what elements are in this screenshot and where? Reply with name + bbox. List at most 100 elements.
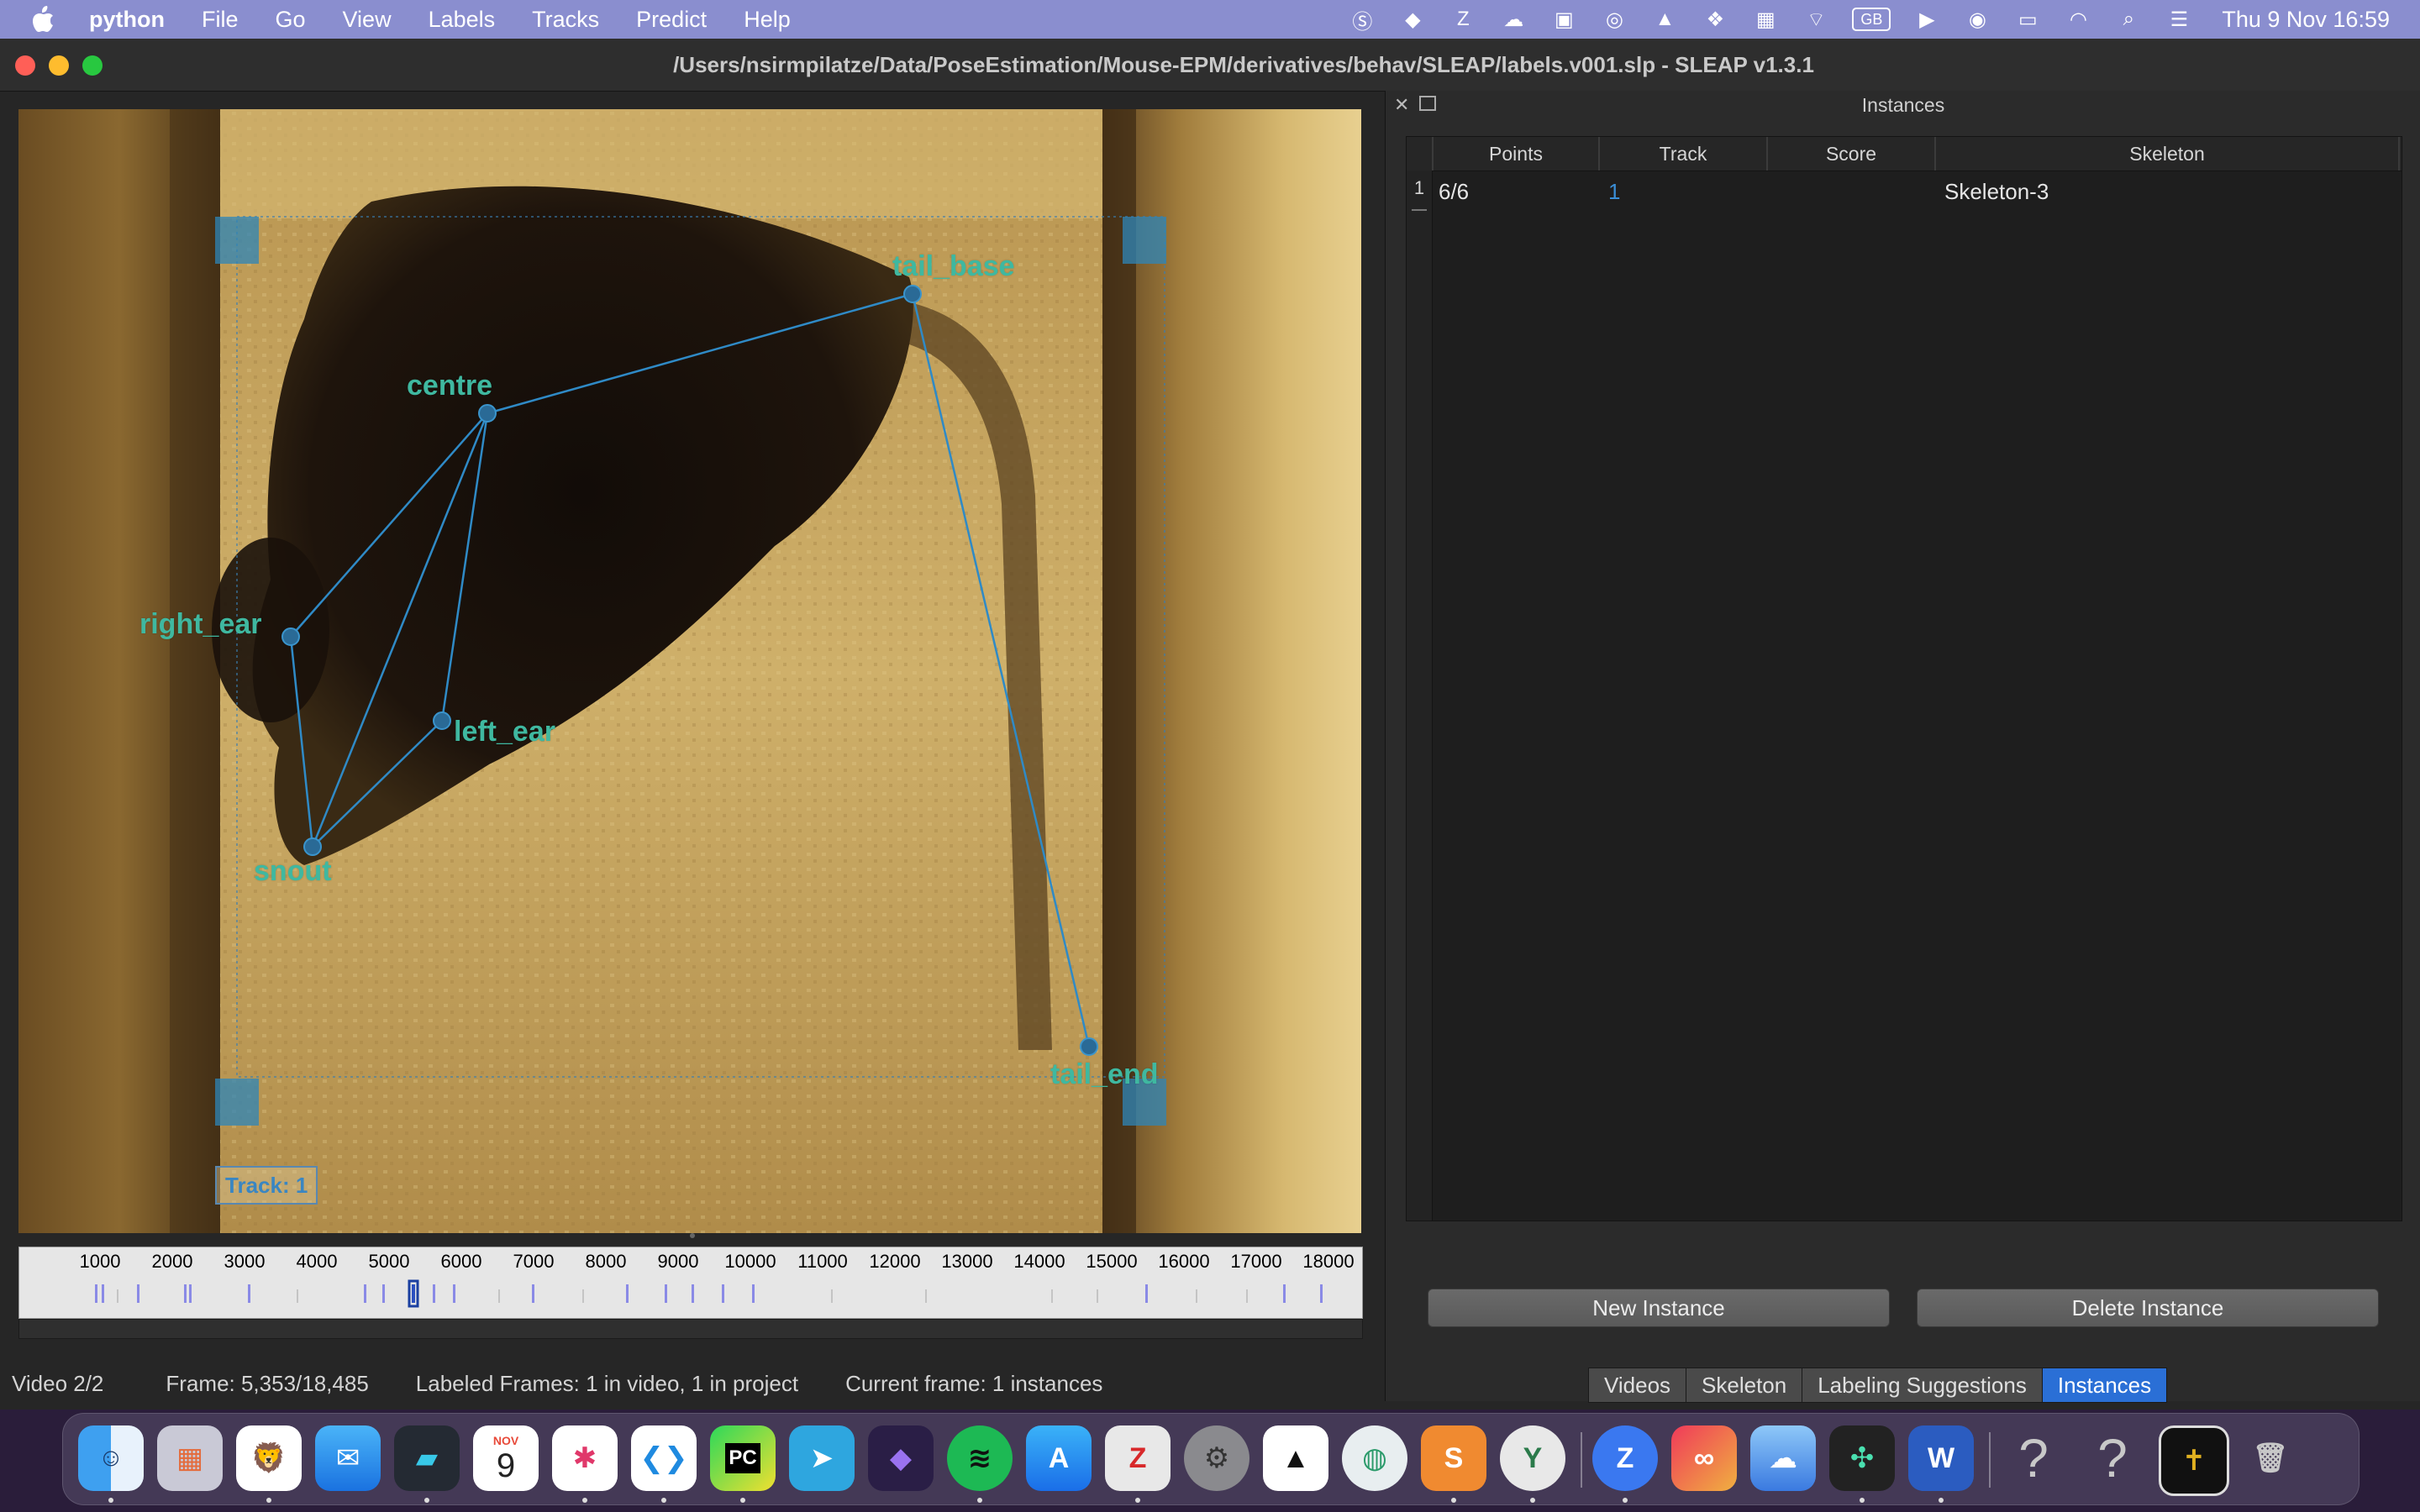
apple-menu-icon[interactable] (30, 5, 55, 34)
suggested-frame-mark[interactable] (382, 1284, 385, 1303)
suggested-frame-mark[interactable] (1283, 1284, 1286, 1303)
node-point-left_ear[interactable] (433, 711, 451, 730)
unknown-app-icon[interactable]: ? (2001, 1425, 2066, 1491)
suggested-frame-mark[interactable] (137, 1284, 139, 1303)
suggested-frame-mark[interactable] (692, 1284, 694, 1303)
cube-status-icon[interactable]: ◆ (1398, 8, 1427, 31)
suggested-frame-mark[interactable] (248, 1284, 250, 1303)
column-header-score[interactable]: Score (1766, 137, 1934, 171)
bbox-handle-bottom-left[interactable] (215, 1079, 259, 1126)
suggested-frame-mark[interactable] (184, 1284, 187, 1303)
suggested-frame-mark[interactable] (433, 1284, 435, 1303)
calendar-icon[interactable]: NOV 9 (473, 1425, 539, 1491)
unknown-app-icon-2[interactable]: ? (2080, 1425, 2145, 1491)
launchpad-icon[interactable]: ▦ (157, 1425, 223, 1491)
sublime-icon[interactable]: S (1421, 1425, 1486, 1491)
node-point-tail_base[interactable] (903, 285, 922, 303)
system-settings-icon[interactable]: ⚙ (1184, 1425, 1249, 1491)
instances-table[interactable]: Points Track Score Skeleton 1 6/6 1 Skel… (1406, 136, 2402, 1221)
menubar-clock[interactable]: Thu 9 Nov 16:59 (2222, 7, 2390, 33)
control-center-icon[interactable]: ☰ (2165, 8, 2193, 31)
suggested-frame-mark[interactable] (95, 1284, 97, 1303)
node-point-snout[interactable] (303, 837, 322, 856)
app-store-icon[interactable]: A (1026, 1425, 1092, 1491)
menu-file[interactable]: File (202, 7, 239, 33)
suggested-frame-mark[interactable] (189, 1284, 192, 1303)
bbox-handle-top-right[interactable] (1123, 217, 1166, 264)
column-header-track[interactable]: Track (1598, 137, 1766, 171)
keyboard-layout-indicator[interactable]: GB (1852, 8, 1891, 31)
menu-predict[interactable]: Predict (636, 7, 707, 33)
creative-cloud-status-icon[interactable]: ◎ (1600, 8, 1628, 31)
finder-icon[interactable]: ☺ (78, 1425, 144, 1491)
splitter-handle[interactable] (687, 1231, 697, 1240)
grid-status-icon[interactable]: ▦ (1751, 8, 1780, 31)
column-header-skeleton[interactable]: Skeleton (1934, 137, 2400, 171)
zotero-icon[interactable]: Z (1105, 1425, 1171, 1491)
bbox-handle-top-left[interactable] (215, 217, 259, 264)
suggested-frame-mark[interactable] (1145, 1284, 1148, 1303)
spotify-icon[interactable]: ≋ (947, 1425, 1013, 1491)
creative-cloud-icon[interactable]: ∞ (1671, 1425, 1737, 1491)
word-icon[interactable]: W (1908, 1425, 1974, 1491)
parallels-icon[interactable]: ▰ (394, 1425, 460, 1491)
node-point-tail_end[interactable] (1080, 1037, 1098, 1056)
pycharm-icon[interactable]: PC (710, 1425, 776, 1491)
battery-icon[interactable]: ▭ (2013, 8, 2042, 31)
gitkraken-icon[interactable]: ✣ (1829, 1425, 1895, 1491)
preview-icon[interactable]: ☁ (1750, 1425, 1816, 1491)
menu-view[interactable]: View (343, 7, 392, 33)
menu-go[interactable]: Go (276, 7, 306, 33)
suggested-frame-mark[interactable] (453, 1284, 455, 1303)
wifi-icon[interactable]: ◠ (2064, 8, 2092, 31)
cell-skeleton[interactable]: Skeleton-3 (1944, 179, 2049, 205)
dock-close-icon[interactable]: ✕ (1394, 94, 1409, 116)
suggested-frame-mark[interactable] (364, 1284, 366, 1303)
slack-icon[interactable]: ✱ (552, 1425, 618, 1491)
zotero-status-icon[interactable]: Z (1449, 8, 1477, 31)
trash-icon[interactable]: 🗑 (2238, 1425, 2303, 1491)
dropbox-status-icon[interactable]: ❖ (1701, 8, 1729, 31)
suggested-frame-mark[interactable] (752, 1284, 755, 1303)
napari-icon[interactable]: ◍ (1342, 1425, 1407, 1491)
tab-videos[interactable]: Videos (1588, 1368, 1687, 1403)
delete-instance-button[interactable]: Delete Instance (1917, 1289, 2379, 1327)
suggested-frame-mark[interactable] (722, 1284, 724, 1303)
labeled-frame-mark[interactable] (412, 1284, 415, 1303)
sleap-icon[interactable]: Y (1500, 1425, 1565, 1491)
telegram-icon[interactable]: ➤ (789, 1425, 855, 1491)
frame-seekbar[interactable]: 1000 2000 3000 4000 5000 6000 7000 8000 … (18, 1247, 1363, 1319)
node-point-right_ear[interactable] (281, 627, 300, 646)
menu-labels[interactable]: Labels (429, 7, 496, 33)
inkscape-icon[interactable]: ▲ (1263, 1425, 1328, 1491)
menu-help[interactable]: Help (744, 7, 791, 33)
mail-icon[interactable]: ✉ (315, 1425, 381, 1491)
tab-skeleton[interactable]: Skeleton (1686, 1368, 1803, 1403)
suggested-frame-mark[interactable] (102, 1284, 104, 1303)
zoom-icon[interactable]: Z (1592, 1425, 1658, 1491)
menu-tracks[interactable]: Tracks (532, 7, 599, 33)
obsidian-icon[interactable]: ◆ (868, 1425, 934, 1491)
suggested-frame-mark[interactable] (665, 1284, 667, 1303)
menu-app-name[interactable]: python (89, 7, 165, 33)
network-status-icon[interactable]: ⌔ (1802, 8, 1830, 31)
drive-status-icon[interactable]: ▲ (1650, 8, 1679, 31)
skype-status-icon[interactable]: Ⓢ (1348, 8, 1376, 34)
tab-instances[interactable]: Instances (2041, 1368, 2168, 1403)
recent-app-icon[interactable]: ✝ (2159, 1425, 2229, 1496)
window-zoom-button[interactable] (82, 55, 103, 76)
dock-float-icon[interactable] (1419, 96, 1436, 111)
suggested-frame-mark[interactable] (626, 1284, 629, 1303)
tab-labeling-suggestions[interactable]: Labeling Suggestions (1802, 1368, 2043, 1403)
cloud-status-icon[interactable]: ☁ (1499, 8, 1528, 31)
column-header-points[interactable]: Points (1432, 137, 1598, 171)
cell-points[interactable]: 6/6 (1439, 179, 1469, 205)
brave-icon[interactable]: 🦁 (236, 1425, 302, 1491)
spotlight-search-icon[interactable]: ⌕ (2114, 8, 2143, 31)
video-viewer[interactable]: tail_base centre right_ear left_ear snou… (18, 109, 1361, 1233)
row-number[interactable]: 1 (1407, 177, 1432, 199)
cell-track[interactable]: 1 (1608, 179, 1620, 205)
user-status-icon[interactable]: ◉ (1963, 8, 1991, 31)
suggested-frame-mark[interactable] (532, 1284, 534, 1303)
suggested-frame-mark[interactable] (1320, 1284, 1323, 1303)
